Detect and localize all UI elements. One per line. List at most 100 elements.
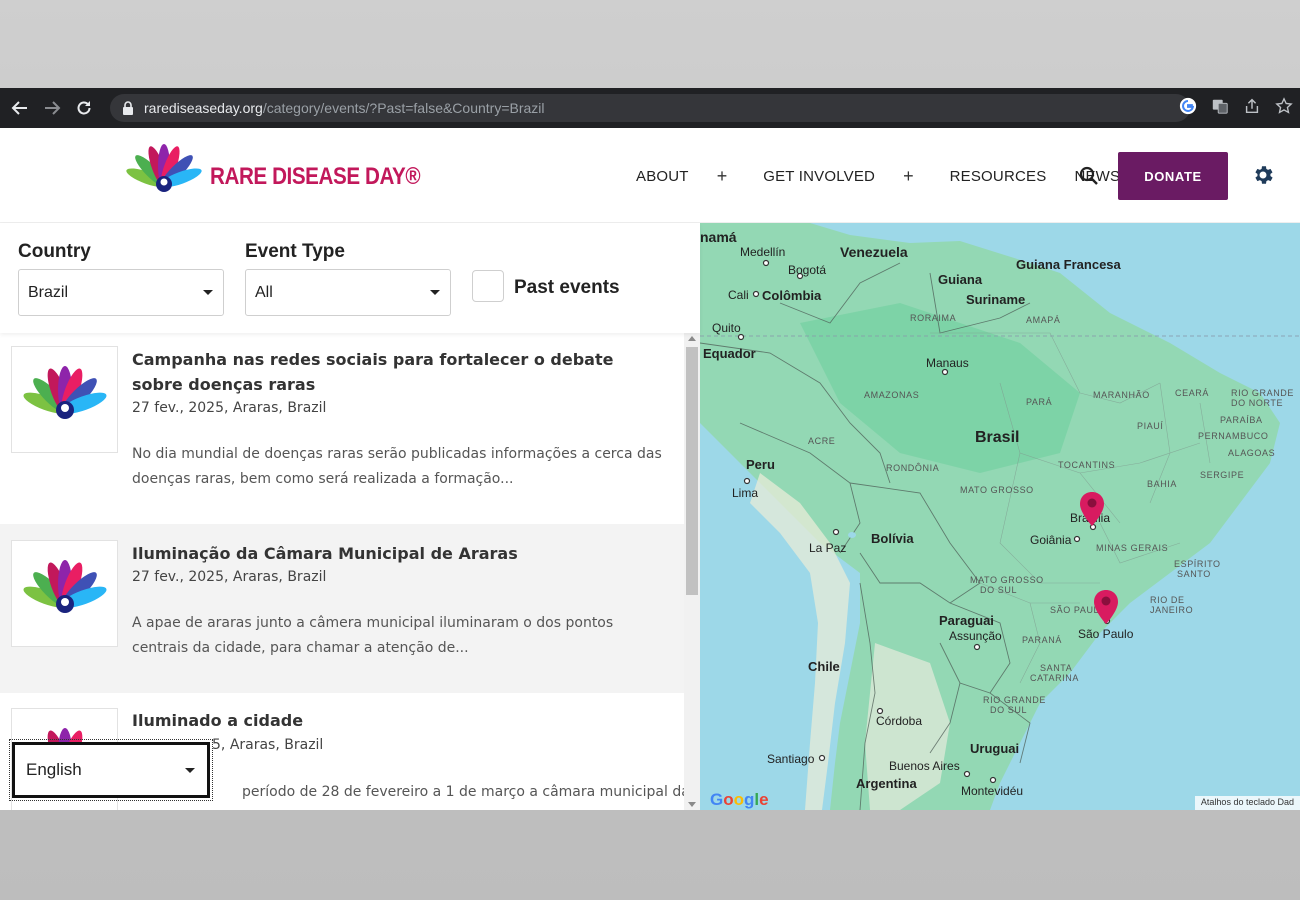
map-label-state: SANTO xyxy=(1177,569,1211,579)
event-thumbnail[interactable] xyxy=(11,540,118,647)
map-label-state: MATO GROSSO xyxy=(960,485,1034,495)
map-label-state: AMAPÁ xyxy=(1026,315,1061,325)
map-label-state: BAHIA xyxy=(1147,479,1178,489)
google-logo[interactable]: Google xyxy=(710,790,769,810)
back-arrow-icon xyxy=(11,101,27,115)
map-label-state: RORAIMA xyxy=(910,313,957,323)
search-icon[interactable] xyxy=(1079,166,1099,186)
country-select[interactable]: Brazil xyxy=(18,269,224,316)
gear-icon[interactable] xyxy=(1251,163,1275,187)
event-meta: 27 fev., 2025, Araras, Brazil xyxy=(132,569,326,585)
map-label-state: ALAGOAS xyxy=(1228,448,1276,458)
events-panel: Country Brazil Event Type All Past event… xyxy=(0,223,700,810)
event-map-pin[interactable] xyxy=(1079,491,1105,527)
url-host: rarediseaseday.org xyxy=(144,100,263,116)
map-label-city: Manaus xyxy=(926,356,969,370)
map-label-country: Chile xyxy=(808,659,840,674)
map-label-city: Cali xyxy=(728,288,749,302)
menu-item-resources[interactable]: RESOURCES xyxy=(950,168,1047,185)
map-label-country: Paraguai xyxy=(939,613,994,628)
site-logo[interactable]: RARE DISEASE DAY® xyxy=(122,144,454,210)
map-label-state: RIO DE xyxy=(1150,595,1185,605)
language-select-value: English xyxy=(26,760,82,779)
event-description: No dia mundial de doenças raras serão pu… xyxy=(132,446,662,487)
events-map[interactable]: namá Medellín Venezuela Bogotá Guiana Fr… xyxy=(700,223,1300,810)
past-events-label[interactable]: Past events xyxy=(514,277,620,299)
map-label-city: namá xyxy=(700,229,737,245)
map-attribution[interactable]: Atalhos do teclado Dad xyxy=(1194,796,1300,810)
map-label-state: RIO GRANDE xyxy=(1231,388,1295,398)
map-label-city: Bogotá xyxy=(788,263,827,277)
event-card[interactable]: Iluminação da Câmara Municipal de Araras… xyxy=(0,524,684,693)
map-label-state: AMAZONAS xyxy=(864,390,920,400)
address-bar[interactable]: rarediseaseday.org/category/events/?Past… xyxy=(110,94,1190,122)
map-label-state: PIAUÍ xyxy=(1137,421,1164,431)
map-label-country: Uruguai xyxy=(970,741,1020,756)
forward-button[interactable] xyxy=(36,92,68,124)
browser-window: rarediseaseday.org/category/events/?Past… xyxy=(0,88,1300,810)
event-title[interactable]: Iluminação da Câmara Municipal de Araras xyxy=(132,541,662,566)
scroll-down-icon[interactable] xyxy=(688,802,696,807)
map-label-state: DO SUL xyxy=(980,585,1018,595)
map-label-state: SERGIPE xyxy=(1200,470,1245,480)
map-label-country: Peru xyxy=(746,457,775,472)
url-path: /category/events/?Past=false&Country=Bra… xyxy=(262,100,545,116)
map-label-country: Suriname xyxy=(966,292,1026,307)
share-icon[interactable] xyxy=(1242,96,1262,116)
event-date: 5, xyxy=(212,737,230,753)
map-label-country: Equador xyxy=(703,346,756,361)
main-menu: ABOUT + GET INVOLVED + RESOURCES NEWS xyxy=(636,166,1148,187)
map-label-state: TOCANTINS xyxy=(1058,460,1116,470)
past-events-checkbox[interactable] xyxy=(472,270,504,302)
menu-item-about[interactable]: ABOUT xyxy=(636,168,689,185)
event-date: 27 fev., 2025, xyxy=(132,569,233,585)
lock-icon xyxy=(123,101,133,115)
chevron-down-icon xyxy=(185,768,195,773)
back-button[interactable] xyxy=(4,92,36,124)
event-title[interactable]: Campanha nas redes sociais para fortalec… xyxy=(132,347,662,397)
event-location[interactable]: Araras, Brazil xyxy=(233,400,327,416)
map-label-state: MINAS GERAIS xyxy=(1096,543,1169,553)
map-label-city: Buenos Aires xyxy=(889,759,960,773)
event-title[interactable]: Iluminado a cidade xyxy=(132,708,662,733)
about-expand-icon[interactable]: + xyxy=(717,166,728,187)
bookmark-star-icon[interactable] xyxy=(1274,96,1294,116)
reload-button[interactable] xyxy=(68,92,100,124)
get-involved-expand-icon[interactable]: + xyxy=(903,166,914,187)
event-description: A apae de araras junto a câmera municipa… xyxy=(132,615,614,656)
map-label-state: PARANÁ xyxy=(1022,635,1062,645)
event-type-select[interactable]: All xyxy=(245,269,451,316)
scroll-up-icon[interactable] xyxy=(688,336,696,341)
event-location[interactable]: Araras, Brazil xyxy=(230,737,324,753)
donate-button[interactable]: DONATE xyxy=(1118,152,1228,200)
translate-icon[interactable] xyxy=(1210,96,1230,116)
event-location[interactable]: Araras, Brazil xyxy=(233,569,327,585)
menu-item-get-involved[interactable]: GET INVOLVED xyxy=(763,168,875,185)
list-scrollbar[interactable] xyxy=(684,333,700,810)
map-label-city: Santiago xyxy=(767,752,815,766)
map-label-country: Argentina xyxy=(856,776,917,791)
google-icon[interactable] xyxy=(1178,96,1198,116)
event-thumbnail[interactable] xyxy=(11,346,118,453)
map-label-state: PARAÍBA xyxy=(1220,415,1263,425)
map-label-country: Guiana xyxy=(938,272,983,287)
chevron-down-icon xyxy=(430,290,440,295)
map-label-city: Córdoba xyxy=(876,714,923,728)
language-select[interactable]: English xyxy=(9,739,213,801)
logo-text: RARE DISEASE DAY® xyxy=(210,163,421,190)
event-description: período de 28 de fevereiro a 1 de março … xyxy=(242,784,684,800)
map-label-city: Lima xyxy=(732,486,759,500)
browser-toolbar: rarediseaseday.org/category/events/?Past… xyxy=(0,88,1300,128)
event-date: 27 fev., 2025, xyxy=(132,400,233,416)
event-map-pin[interactable] xyxy=(1093,589,1119,625)
event-type-select-value: All xyxy=(255,283,273,301)
reload-icon xyxy=(77,101,91,115)
scroll-thumb[interactable] xyxy=(686,347,698,595)
map-label-state: DO SUL xyxy=(990,705,1028,715)
map-canvas[interactable] xyxy=(700,223,1300,810)
event-type-label: Event Type xyxy=(245,241,345,262)
map-label-city: Quito xyxy=(712,321,741,335)
map-label-state: ESPÍRITO xyxy=(1174,559,1221,569)
event-card[interactable]: Campanha nas redes sociais para fortalec… xyxy=(0,333,684,524)
map-label-state: CATARINA xyxy=(1030,673,1079,683)
